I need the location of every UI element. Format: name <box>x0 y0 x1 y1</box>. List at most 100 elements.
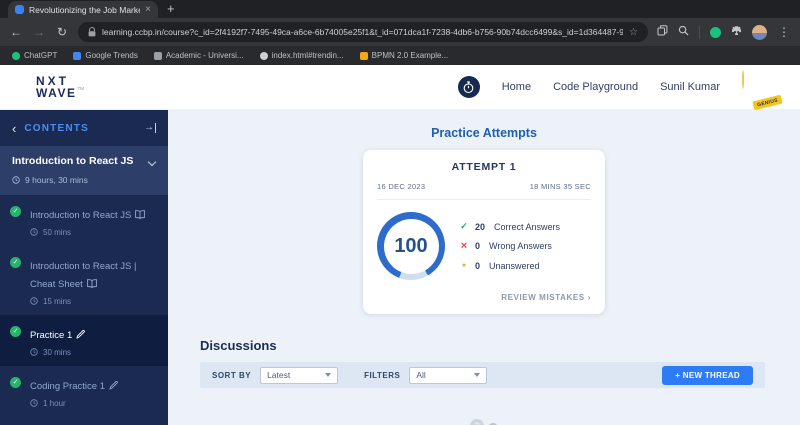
pencil-icon <box>76 329 86 339</box>
section-title: Introduction to React JS <box>12 155 134 167</box>
lock-icon <box>88 27 96 37</box>
new-tab-button[interactable]: + <box>167 1 175 16</box>
search-icon[interactable] <box>678 23 689 41</box>
bookmark-favicon <box>259 51 268 60</box>
nxtwave-logo[interactable]: NXT WAVE TM <box>36 75 84 99</box>
item-duration-text: 15 mins <box>43 296 72 306</box>
course-section-header[interactable]: Introduction to React JS 9 hours, 30 min… <box>0 146 168 195</box>
chevron-down-icon <box>474 373 481 377</box>
book-icon <box>135 209 146 219</box>
item-label: Introduction to React JS | Cheat Sheet <box>30 260 137 290</box>
pencil-icon <box>109 380 118 390</box>
cross-icon: × <box>460 239 468 252</box>
browser-profile-avatar[interactable] <box>752 24 767 40</box>
bookmark-label: Academic - Universi... <box>165 51 244 60</box>
logo-tm: TM <box>77 86 84 91</box>
book-icon <box>86 278 97 288</box>
clock-icon <box>30 348 38 356</box>
header-nav: Home Code Playground Sunil Kumar GENIUS <box>457 70 783 111</box>
kebab-menu-icon[interactable]: ⋮ <box>777 26 791 38</box>
completed-check-icon: ✓ <box>10 205 21 217</box>
reload-icon[interactable]: ↻ <box>55 26 69 38</box>
attempt-date: 16 DEC 2023 <box>377 182 426 191</box>
stat-unanswered: ● 0 Unanswered <box>459 261 560 271</box>
collapse-sidebar-icon[interactable]: → <box>144 123 156 133</box>
review-label: REVIEW MISTAKES <box>501 293 585 302</box>
item-duration-text: 50 mins <box>43 227 72 237</box>
url-bar[interactable]: learning.ccbp.in/course?c_id=2f4192f7-74… <box>78 22 648 42</box>
logo-line2: WAVE <box>36 86 77 100</box>
bookmark-item[interactable]: Academic - Universi... <box>153 51 244 60</box>
sort-by-label: SORT BY <box>212 370 252 380</box>
score-ring: 100 <box>377 212 445 280</box>
contents-sidebar: ‹ CONTENTS → Introduction to React JS 9 … <box>0 110 168 425</box>
review-mistakes-link[interactable]: REVIEW MISTAKES › <box>377 293 591 302</box>
item-label: Introduction to React JS <box>30 209 132 221</box>
bookmark-star-icon[interactable]: ☆ <box>629 27 638 38</box>
page-title: Practice Attempts <box>431 126 537 140</box>
contents-title: CONTENTS <box>24 122 89 134</box>
app-body: ‹ CONTENTS → Introduction to React JS 9 … <box>0 110 800 425</box>
user-avatar[interactable]: GENIUS <box>742 70 783 111</box>
tab-title: Revolutionizing the Job Marke <box>29 4 141 15</box>
attempt-time-taken: 18 MINS 35 SEC <box>529 182 591 191</box>
dot-icon: ● <box>461 262 467 269</box>
browser-tab[interactable]: Revolutionizing the Job Marke × <box>8 1 158 18</box>
item-label: Practice 1 <box>30 329 73 341</box>
new-thread-button[interactable]: + NEW THREAD <box>662 365 753 385</box>
stat-correct: ✓ 20 Correct Answers <box>459 222 560 232</box>
stat-value: 0 <box>475 260 481 271</box>
screen: Revolutionizing the Job Marke × + ← → ↻ … <box>0 0 800 425</box>
item-duration: 30 mins <box>30 348 156 357</box>
bookmark-item[interactable]: index.html#trendin... <box>259 51 344 60</box>
url-text: learning.ccbp.in/course?c_id=2f4192f7-74… <box>102 27 624 37</box>
toolbar-right: ⋮ <box>657 23 791 41</box>
item-duration: 15 mins <box>30 297 156 306</box>
back-chevron-icon[interactable]: ‹ <box>12 122 16 135</box>
sidebar-item-practice-1[interactable]: ✓ Practice 1 30 mins <box>0 314 168 366</box>
item-duration: 1 hour <box>30 399 156 408</box>
section-duration-text: 9 hours, 30 mins <box>25 174 88 185</box>
sort-selected-value: Latest <box>267 370 291 380</box>
item-label: Coding Practice 1 <box>30 380 105 392</box>
item-duration-text: 1 hour <box>43 398 66 408</box>
bookmark-item[interactable]: BPMN 2.0 Example... <box>359 51 448 60</box>
genius-badge: GENIUS <box>752 94 783 111</box>
browser-toolbar: ← → ↻ learning.ccbp.in/course?c_id=2f419… <box>0 18 800 46</box>
item-duration-text: 30 mins <box>43 347 72 357</box>
clock-icon <box>12 175 20 184</box>
completed-check-icon: ✓ <box>10 376 21 388</box>
bookmark-favicon <box>73 51 82 60</box>
extension-icon[interactable] <box>710 26 721 38</box>
question-bubble-icon: ? <box>470 419 484 425</box>
bookmark-item[interactable]: ChatGPT <box>12 51 57 60</box>
bookmarks-bar: ChatGPT Google Trends Academic - Univers… <box>0 46 800 65</box>
nav-home[interactable]: Home <box>502 81 531 93</box>
chevron-down-icon <box>325 373 332 377</box>
discussions-filter-bar: SORT BY Latest FILTERS All + NEW THREAD <box>200 362 765 388</box>
back-icon[interactable]: ← <box>9 26 23 38</box>
completed-check-icon: ✓ <box>10 325 21 337</box>
tab-close-icon[interactable]: × <box>145 4 151 15</box>
filters-selected-value: All <box>416 370 426 380</box>
main-content: Practice Attempts ATTEMPT 1 16 DEC 2023 … <box>168 110 800 425</box>
bookmark-favicon <box>359 51 368 60</box>
check-icon: ✓ <box>460 221 468 231</box>
sidebar-item-coding-practice-1[interactable]: ✓ Coding Practice 1 1 hour <box>0 366 168 417</box>
sidebar-item-cheat-sheet[interactable]: ✓ Introduction to React JS | Cheat Sheet… <box>0 246 168 315</box>
bookmark-item[interactable]: Google Trends <box>73 51 138 60</box>
filters-select[interactable]: All <box>409 366 488 384</box>
browser-tab-strip: Revolutionizing the Job Marke × + <box>0 0 800 18</box>
sort-select[interactable]: Latest <box>260 366 339 384</box>
sidebar-item-intro-react[interactable]: ✓ Introduction to React JS 50 mins <box>0 195 168 246</box>
forward-icon[interactable]: → <box>32 26 46 38</box>
extensions-puzzle-icon[interactable] <box>731 23 742 41</box>
streak-timer-icon[interactable] <box>457 76 480 98</box>
nav-code-playground[interactable]: Code Playground <box>553 81 638 93</box>
completed-check-icon: ✓ <box>10 256 21 268</box>
contents-header: ‹ CONTENTS → <box>0 110 168 146</box>
attempt-meta: 16 DEC 2023 18 MINS 35 SEC <box>377 182 591 200</box>
avatar-photo <box>742 70 744 89</box>
copy-page-icon[interactable] <box>657 23 668 41</box>
nav-user-name[interactable]: Sunil Kumar <box>660 81 720 93</box>
